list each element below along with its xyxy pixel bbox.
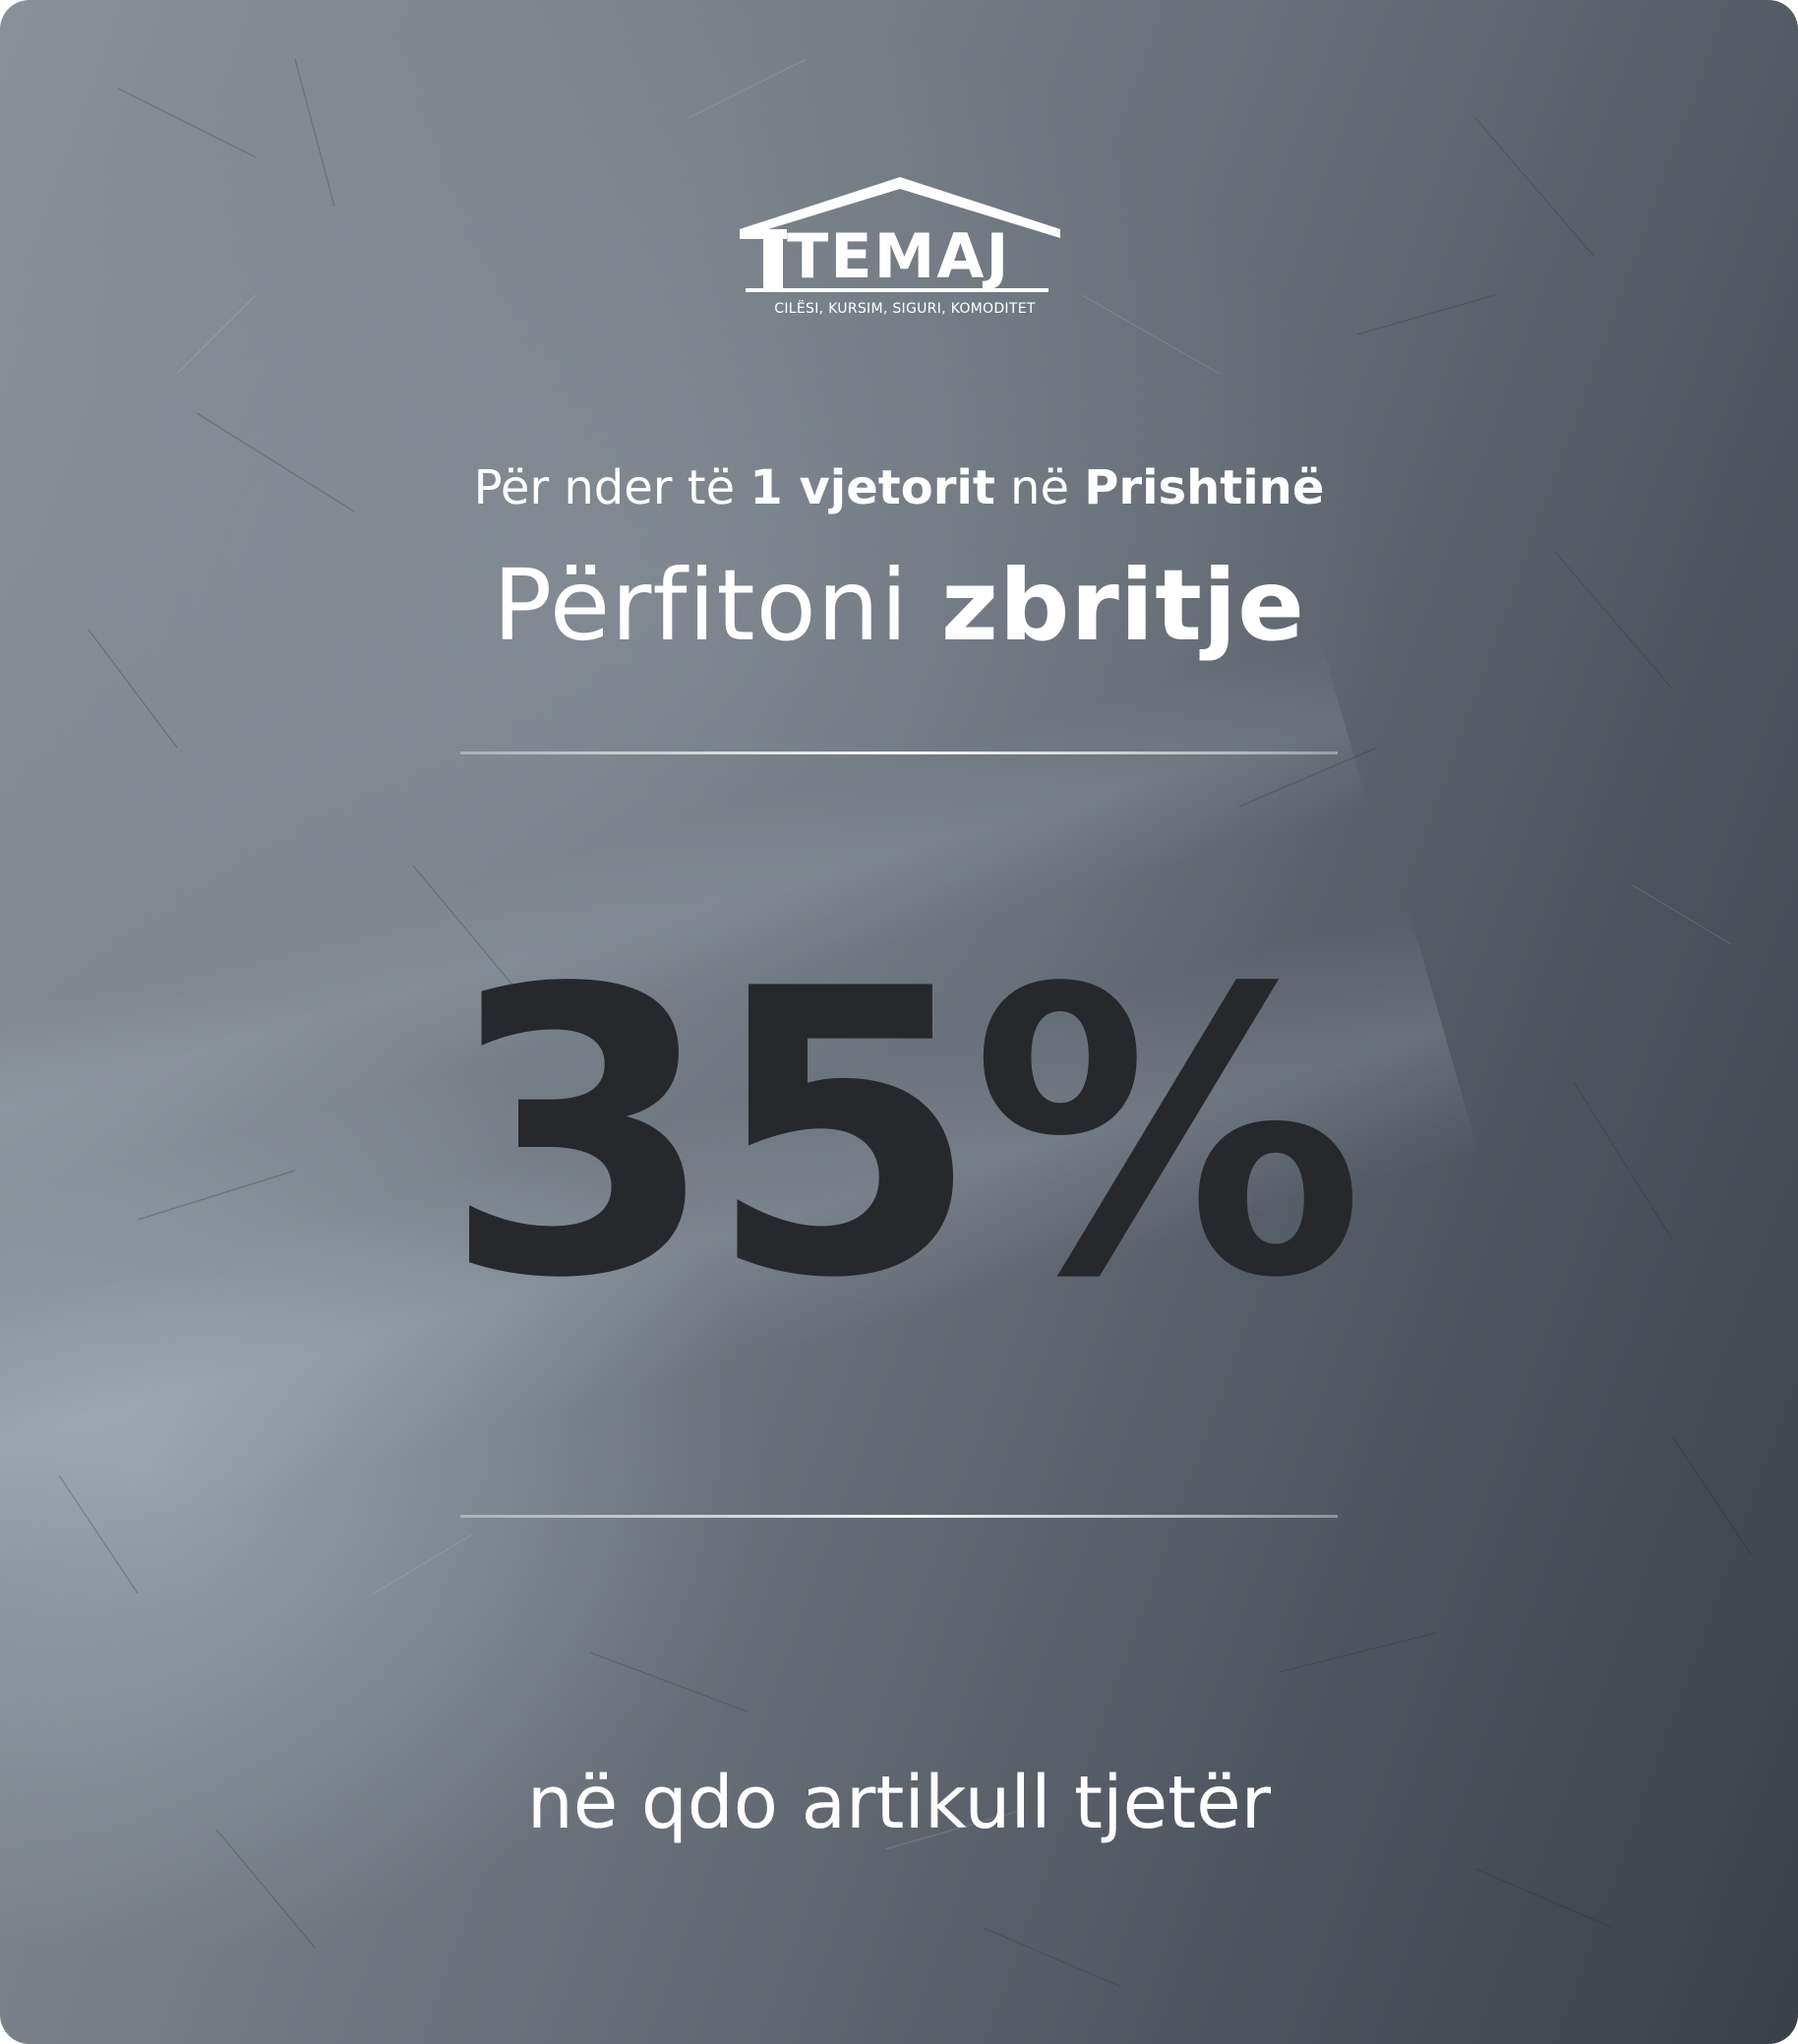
subtitle-text: Për nder të xyxy=(473,460,750,515)
promo-card: TEMAJ CILËSI, KURSIM, SIGURI, KOMODITET … xyxy=(0,0,1798,2044)
divider-top xyxy=(460,751,1338,754)
headline: Përfitoni zbritje xyxy=(0,547,1798,665)
brand-name: TEMAJ xyxy=(787,220,1011,292)
subtitle-text: në xyxy=(994,460,1085,515)
footer-text: në qdo artikull tjetër xyxy=(526,1761,1272,1845)
anniversary-subtitle: Për nder të 1 vjetorit në Prishtinë xyxy=(0,458,1798,517)
brand-tagline: CILËSI, KURSIM, SIGURI, KOMODITET xyxy=(774,301,1036,317)
headline-bold: zbritje xyxy=(940,548,1305,663)
divider-bottom xyxy=(460,1515,1338,1518)
discount-value: 35% xyxy=(443,907,1364,1364)
subtitle-bold-anniversary: 1 vjetorit xyxy=(749,460,995,515)
subtitle-bold-city: Prishtinë xyxy=(1084,460,1325,515)
headline-light: Përfitoni xyxy=(493,548,941,663)
